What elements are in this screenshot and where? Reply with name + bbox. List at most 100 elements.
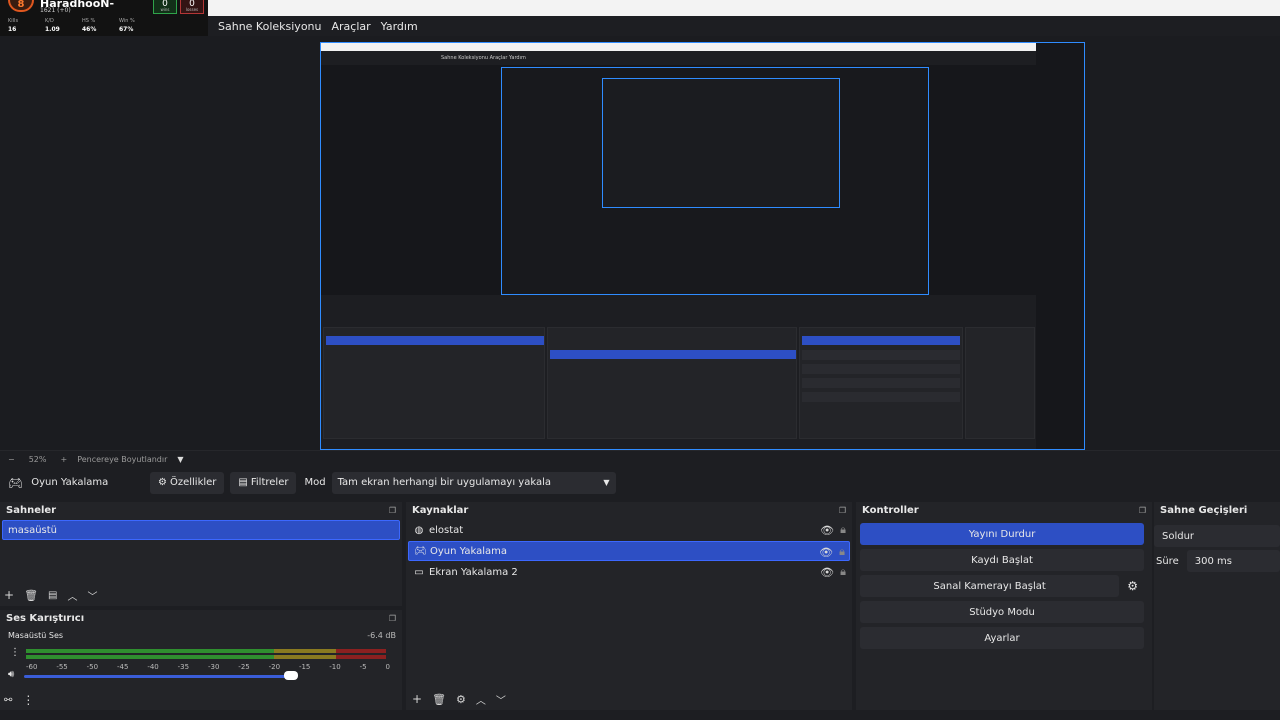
preview-transitions-dock: [965, 327, 1035, 439]
scenes-dock: Sahneler ❐ masaüstü + 🗑︎ ▤ ︿ ﹀: [0, 502, 402, 606]
float-dock-icon[interactable]: ❐: [1139, 506, 1146, 515]
level-badge: 8: [8, 0, 34, 12]
source-item-elostat[interactable]: ◍ elostat 👁︎ 🔒︎: [408, 520, 850, 540]
zoom-level: 52%: [28, 454, 47, 464]
float-dock-icon[interactable]: ❐: [389, 614, 396, 623]
float-dock-icon[interactable]: ❐: [839, 506, 846, 515]
controls-dock-title: Kontroller ❐: [856, 502, 1152, 519]
zoom-bar: − 52% + Pencereye Boyutlandır ▼: [0, 450, 1280, 467]
chevron-down-icon: ▼: [603, 478, 610, 487]
stat-hs: HS % 46%: [82, 18, 97, 33]
duration-input[interactable]: 300 ms: [1186, 550, 1280, 572]
preview-docks: [321, 295, 1036, 449]
transition-duration-row: Süre 300 ms: [1154, 550, 1280, 572]
stop-streaming-button[interactable]: Yayını Durdur: [860, 523, 1144, 545]
wins-box: 0 wins: [153, 0, 177, 14]
source-item-actions: 👁︎ 🔒︎: [820, 520, 846, 540]
lock-icon[interactable]: 🔒︎: [840, 565, 846, 579]
player-elo: 1621 (+0): [40, 7, 71, 14]
preview-vcam-button: [802, 364, 960, 374]
channel-name: Masaüstü Ses: [8, 631, 64, 640]
zoom-mode[interactable]: Pencereye Boyutlandır: [77, 455, 167, 464]
source-item-label: Ekran Yakalama 2: [429, 566, 518, 578]
properties-label: Özellikler: [169, 477, 217, 488]
preview-studio-button: [802, 378, 960, 388]
source-toolbar: 🎮︎ Oyun Yakalama ⚙ Özellikler ▤ Filtrele…: [0, 467, 1280, 498]
controls-title: Kontroller: [862, 505, 919, 516]
trash-icon[interactable]: 🗑︎: [432, 693, 446, 706]
properties-button[interactable]: ⚙ Özellikler: [150, 471, 225, 494]
volume-meter-bottom: [26, 655, 386, 659]
current-source-label: Oyun Yakalama: [31, 477, 109, 488]
menu-tools[interactable]: Araçlar: [332, 20, 371, 33]
source-item-screen-capture[interactable]: ▭ Ekran Yakalama 2 👁︎ 🔒︎: [408, 562, 850, 582]
kebab-menu-icon[interactable]: ⋮: [22, 693, 34, 707]
preview-menu: Sahne Koleksiyonu Araçlar Yardım: [321, 51, 1036, 65]
kebab-menu-icon[interactable]: ⋮: [10, 647, 20, 658]
source-item-game-capture[interactable]: 🎮︎ Oyun Yakalama 👁︎ 🔒︎: [408, 541, 850, 561]
zoom-out-button[interactable]: −: [8, 455, 15, 464]
preview-scenes-dock: [323, 327, 545, 439]
menu-help[interactable]: Yardım: [381, 20, 418, 33]
preview-record-button: [802, 350, 960, 360]
trash-icon[interactable]: 🗑︎: [24, 589, 38, 602]
preview-nested-frame-inner: [602, 78, 840, 208]
preview-top-strip: [321, 43, 1036, 51]
chevron-up-icon[interactable]: ︿: [67, 588, 77, 603]
stat-kd: K/D 1.09: [45, 18, 60, 33]
mode-label: Mod: [304, 477, 326, 488]
lock-icon[interactable]: 🔒︎: [840, 523, 846, 537]
transition-type-row: Soldur: [1154, 525, 1280, 547]
start-virtual-camera-button[interactable]: Sanal Kamerayı Başlat: [860, 575, 1120, 597]
gear-icon: ⚙: [158, 477, 167, 488]
menu-scene-collection[interactable]: Sahne Koleksiyonu: [218, 20, 322, 33]
scene-item-label: masaüstü: [8, 524, 58, 536]
preview-sources-dock: [547, 327, 797, 439]
gear-icon[interactable]: ⚙: [1127, 579, 1138, 593]
settings-button[interactable]: Ayarlar: [860, 627, 1144, 649]
stat-kills: Kills 16: [8, 18, 19, 33]
eye-icon[interactable]: 👁︎: [819, 546, 833, 559]
studio-mode-button[interactable]: Stüdyo Modu: [860, 601, 1144, 623]
eye-icon[interactable]: 👁︎: [820, 566, 834, 579]
chevron-down-icon[interactable]: ﹀: [87, 588, 97, 603]
mixer-toolbar: ⚯ ⋮: [0, 690, 402, 710]
lock-icon[interactable]: 🔒︎: [839, 545, 845, 559]
mixer-channel: Masaüstü Ses -6.4 dB ⋮ -60 -55 -50 -45 -40-…: [6, 629, 396, 689]
mode-select[interactable]: Tam ekran herhangi bir uygulamayı yakala…: [331, 471, 616, 494]
preview-canvas[interactable]: Sahne Koleksiyonu Araçlar Yardım: [320, 42, 1085, 450]
float-dock-icon[interactable]: ❐: [389, 506, 396, 515]
link-icon[interactable]: ⚯: [4, 695, 12, 706]
source-item-label: Oyun Yakalama: [430, 545, 508, 557]
gamepad-icon: 🎮︎: [414, 545, 427, 557]
preview-area[interactable]: Sahne Koleksiyonu Araçlar Yardım: [0, 36, 1280, 450]
chevron-down-icon[interactable]: ﹀: [496, 692, 506, 707]
start-recording-button[interactable]: Kaydı Başlat: [860, 549, 1144, 571]
duration-label: Süre: [1156, 555, 1179, 567]
mode-select-value: Tam ekran herhangi bir uygulamayı yakala: [337, 477, 551, 488]
sources-dock: Kaynaklar ❐ ◍ elostat 👁︎ 🔒︎ 🎮︎ Oyun Yaka…: [406, 502, 852, 710]
speaker-icon[interactable]: 🔊︎: [8, 669, 14, 680]
transitions-title: Sahne Geçişleri: [1160, 505, 1248, 516]
zoom-mode-dropdown-icon[interactable]: ▼: [177, 455, 183, 464]
scenes-toolbar: + 🗑︎ ▤ ︿ ﹀: [0, 584, 402, 606]
filters-button[interactable]: ▤ Filtreler: [230, 471, 297, 494]
scene-item[interactable]: masaüstü: [2, 520, 400, 540]
scenes-dock-title: Sahneler ❐: [0, 502, 402, 519]
volume-slider-handle[interactable]: [284, 671, 298, 680]
add-icon[interactable]: +: [4, 588, 14, 602]
source-item-actions: 👁︎ 🔒︎: [820, 562, 846, 582]
sources-dock-title: Kaynaklar ❐: [406, 502, 852, 519]
transitions-dock-title: Sahne Geçişleri: [1154, 502, 1280, 519]
preview-scene-selection: [326, 336, 544, 345]
chevron-up-icon[interactable]: ︿: [476, 692, 486, 707]
gear-icon[interactable]: ⚙: [456, 693, 466, 706]
transition-type-select[interactable]: Soldur: [1154, 525, 1280, 547]
filter-icon[interactable]: ▤: [48, 590, 57, 601]
zoom-in-button[interactable]: +: [60, 455, 67, 464]
stats-overlay: 8 HaradhooN- 1621 (+0) Kills 16 K/D 1.09 H…: [0, 0, 208, 36]
add-icon[interactable]: +: [412, 692, 422, 706]
eye-icon[interactable]: 👁︎: [820, 524, 834, 537]
current-source: 🎮︎ Oyun Yakalama: [8, 476, 150, 490]
volume-slider[interactable]: [24, 675, 296, 678]
